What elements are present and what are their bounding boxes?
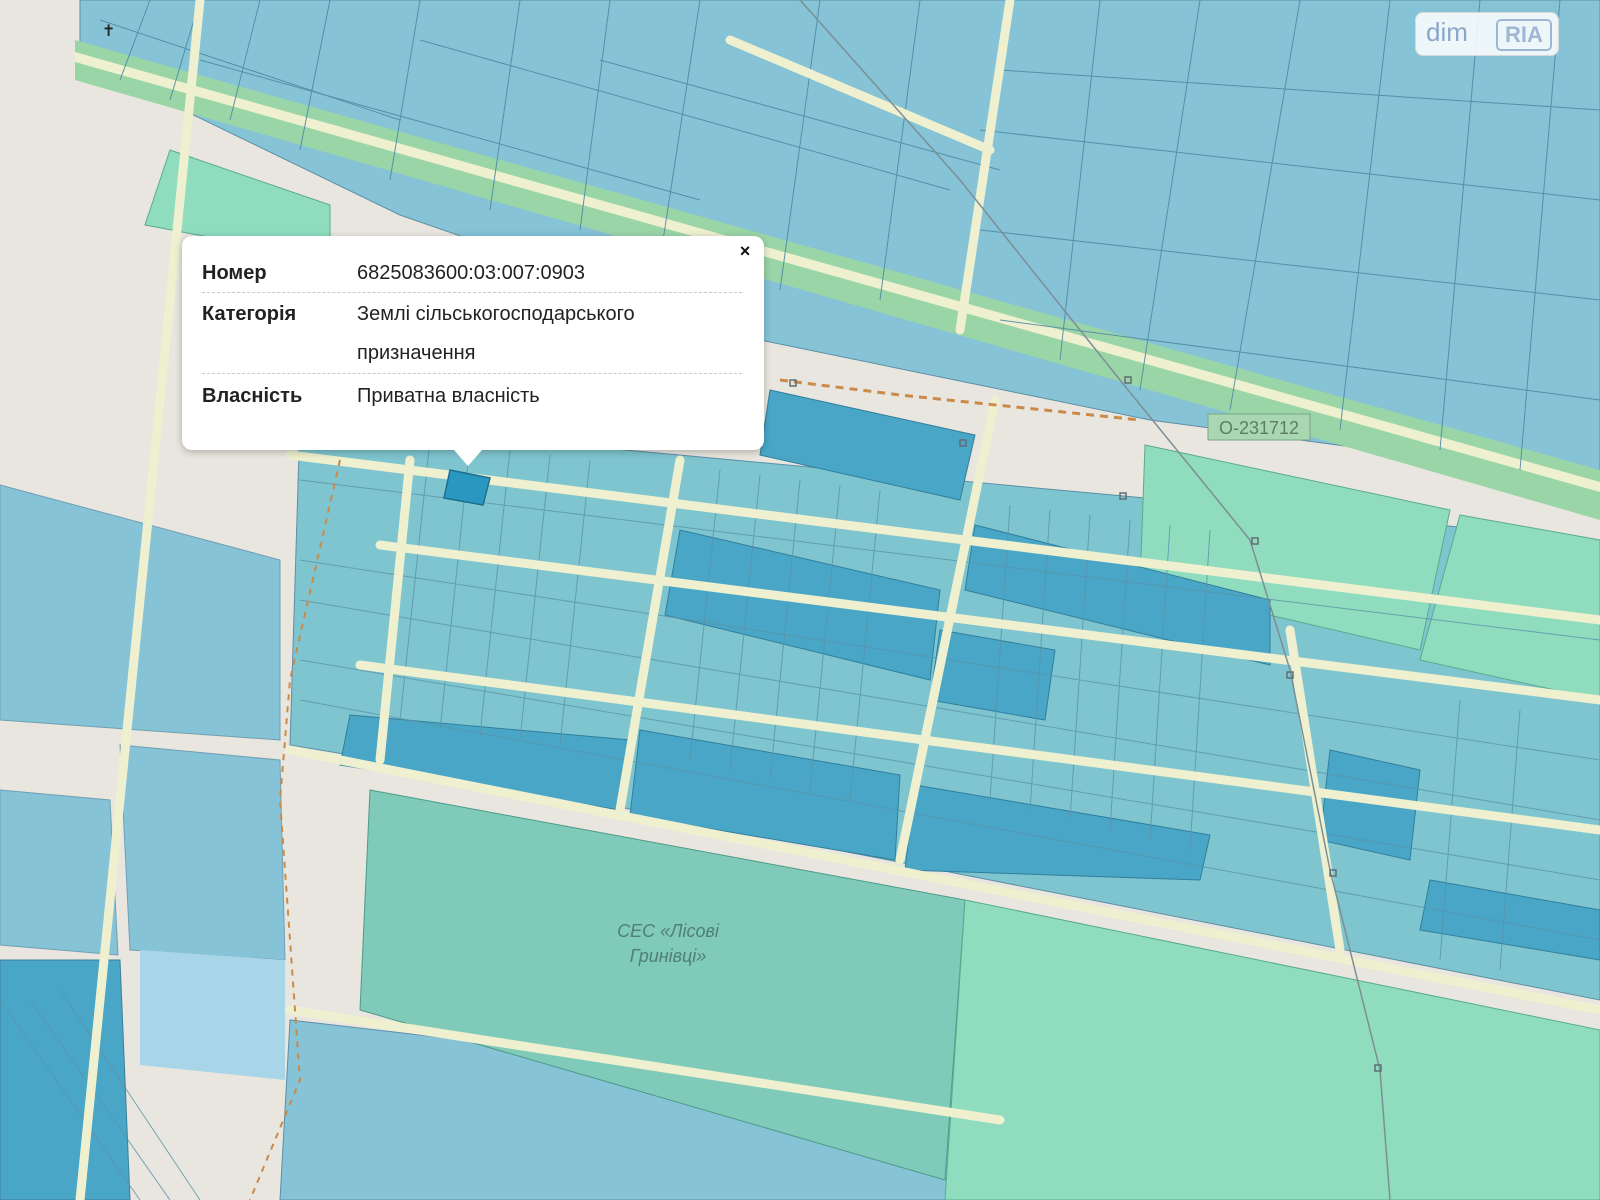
church-icon: ✝ [102, 21, 115, 40]
place-label-line2: Гринівці» [630, 946, 707, 966]
logo-text-dim: dim [1426, 17, 1468, 47]
popup-key-number: Номер [202, 262, 267, 284]
logo-text-ria: RIA [1496, 19, 1552, 51]
popup-value-category-line1: Землі сільськогосподарського [357, 303, 635, 325]
parcel-west-mid [119, 744, 286, 961]
parcel-info-popup: × Номер 6825083600:03:007:0903 Категорія… [182, 236, 764, 466]
water-area [140, 950, 285, 1080]
parcel-area-southwest [0, 959, 131, 1200]
popup-value-category-line2: призначення [357, 342, 476, 364]
popup-row-category: Категорія Землі сільськогосподарського п… [202, 293, 742, 374]
popup-value-ownership: Приватна власність [357, 385, 540, 407]
popup-value-category: Землі сільськогосподарського призначення [357, 295, 742, 373]
cadastral-map[interactable]: СЕС «Лісові Гринівці» O-231712 ✝ [0, 0, 1600, 1200]
parcel-west-strip [0, 789, 119, 956]
road-label: O-231712 [1219, 418, 1299, 438]
dim-ria-logo: dim RIA [1415, 12, 1559, 56]
popup-row-number: Номер 6825083600:03:007:0903 [202, 254, 742, 293]
popup-value-number: 6825083600:03:007:0903 [357, 262, 586, 284]
popup-row-ownership: Власність Приватна власність [202, 376, 742, 416]
popup-key-category: Категорія [202, 303, 297, 325]
place-label-line1: СЕС «Лісові [617, 921, 720, 941]
popup-key-ownership: Власність [202, 385, 303, 407]
